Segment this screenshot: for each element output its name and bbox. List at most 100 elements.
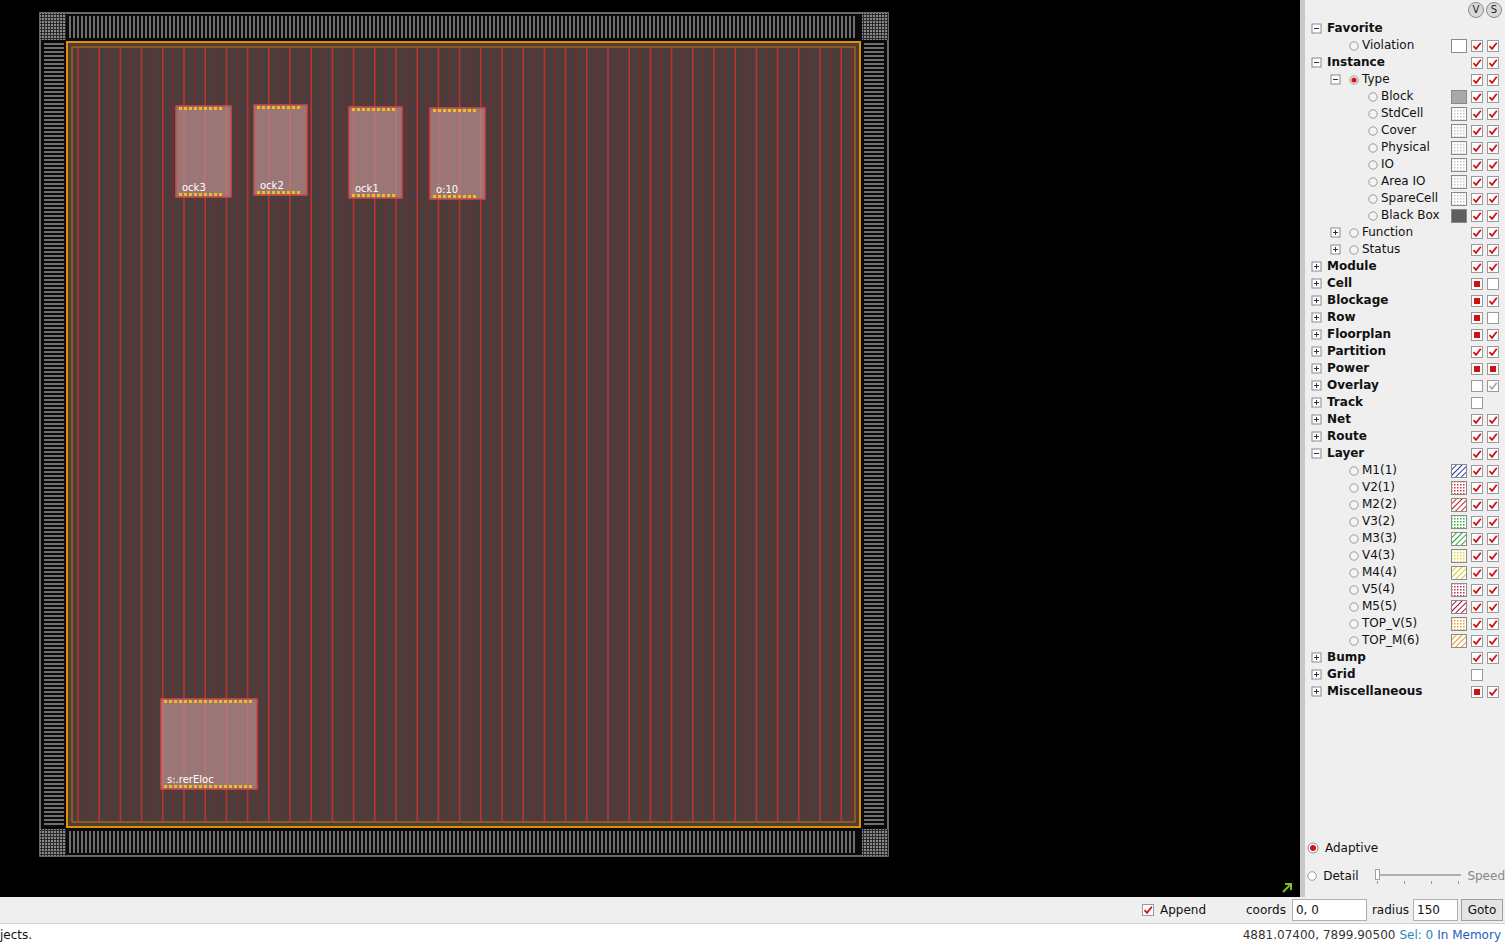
layer-tree-row[interactable]: Violation	[1305, 37, 1505, 54]
expander-icon[interactable]	[1330, 227, 1341, 238]
radio-icon[interactable]	[1368, 143, 1378, 153]
layer-tree-row[interactable]: M1(1)	[1305, 462, 1505, 479]
visibility-checkbox[interactable]	[1471, 261, 1483, 273]
macro-block[interactable]: ock3	[176, 106, 231, 197]
layer-tree-row[interactable]: Track	[1305, 394, 1505, 411]
color-swatch[interactable]	[1451, 600, 1467, 614]
header-button[interactable]: V	[1468, 2, 1484, 18]
visibility-checkbox[interactable]	[1487, 380, 1499, 392]
layer-tree-row[interactable]: Bump	[1305, 649, 1505, 666]
color-swatch[interactable]	[1451, 192, 1467, 206]
radio-icon[interactable]	[1349, 517, 1359, 527]
visibility-checkbox[interactable]	[1471, 295, 1483, 307]
resize-arrow-icon[interactable]	[1281, 882, 1293, 894]
visibility-checkbox[interactable]	[1471, 125, 1483, 137]
expander-icon[interactable]	[1311, 23, 1322, 34]
layer-tree-row[interactable]: Layer	[1305, 445, 1505, 462]
visibility-checkbox[interactable]	[1487, 295, 1499, 307]
expander-icon[interactable]	[1311, 261, 1322, 272]
radio-icon[interactable]	[1368, 92, 1378, 102]
visibility-checkbox[interactable]	[1487, 193, 1499, 205]
visibility-checkbox[interactable]	[1487, 567, 1499, 579]
visibility-checkbox[interactable]	[1487, 57, 1499, 69]
expander-icon[interactable]	[1311, 57, 1322, 68]
layer-tree-row[interactable]: Instance	[1305, 54, 1505, 71]
layer-tree-row[interactable]: Floorplan	[1305, 326, 1505, 343]
layer-tree-row[interactable]: Cover	[1305, 122, 1505, 139]
visibility-checkbox[interactable]	[1471, 482, 1483, 494]
visibility-checkbox[interactable]	[1487, 499, 1499, 511]
visibility-checkbox[interactable]	[1487, 652, 1499, 664]
visibility-checkbox[interactable]	[1471, 465, 1483, 477]
visibility-checkbox[interactable]	[1471, 176, 1483, 188]
visibility-checkbox[interactable]	[1487, 346, 1499, 358]
layer-tree-row[interactable]: Function	[1305, 224, 1505, 241]
visibility-checkbox[interactable]	[1487, 176, 1499, 188]
visibility-checkbox[interactable]	[1487, 227, 1499, 239]
layer-tree-row[interactable]: M3(3)	[1305, 530, 1505, 547]
color-swatch[interactable]	[1451, 175, 1467, 189]
macro-block[interactable]: o:10	[430, 108, 485, 199]
expander-icon[interactable]	[1311, 397, 1322, 408]
visibility-checkbox[interactable]	[1471, 108, 1483, 120]
layer-tree-row[interactable]: M2(2)	[1305, 496, 1505, 513]
color-swatch[interactable]	[1451, 141, 1467, 155]
color-swatch[interactable]	[1451, 209, 1467, 223]
color-swatch[interactable]	[1451, 566, 1467, 580]
visibility-checkbox[interactable]	[1471, 363, 1483, 375]
visibility-checkbox[interactable]	[1471, 278, 1483, 290]
visibility-checkbox[interactable]	[1471, 40, 1483, 52]
radio-icon[interactable]	[1307, 842, 1319, 854]
layer-tree-row[interactable]: Blockage	[1305, 292, 1505, 309]
expander-icon[interactable]	[1311, 669, 1322, 680]
layer-tree-row[interactable]: Partition	[1305, 343, 1505, 360]
color-swatch[interactable]	[1451, 515, 1467, 529]
expander-icon[interactable]	[1330, 244, 1341, 255]
radio-icon[interactable]	[1349, 483, 1359, 493]
visibility-checkbox[interactable]	[1487, 329, 1499, 341]
visibility-checkbox[interactable]	[1471, 210, 1483, 222]
append-checkbox[interactable]: Append	[1142, 901, 1206, 919]
visibility-checkbox[interactable]	[1487, 686, 1499, 698]
expander-icon[interactable]	[1311, 312, 1322, 323]
expander-icon[interactable]	[1311, 431, 1322, 442]
expander-icon[interactable]	[1311, 414, 1322, 425]
expander-icon[interactable]	[1311, 329, 1322, 340]
visibility-checkbox[interactable]	[1487, 210, 1499, 222]
layer-tree-row[interactable]: TOP_V(5)	[1305, 615, 1505, 632]
radio-icon[interactable]	[1368, 109, 1378, 119]
layout-canvas[interactable]: ock3ock2ock1o:10s:.rerEloc	[0, 0, 1300, 897]
radio-icon[interactable]	[1368, 160, 1378, 170]
radio-icon[interactable]	[1368, 211, 1378, 221]
visibility-checkbox[interactable]	[1487, 618, 1499, 630]
visibility-checkbox[interactable]	[1471, 244, 1483, 256]
visibility-checkbox[interactable]	[1487, 533, 1499, 545]
radio-icon[interactable]	[1349, 602, 1359, 612]
color-swatch[interactable]	[1451, 583, 1467, 597]
visibility-checkbox[interactable]	[1487, 108, 1499, 120]
visibility-checkbox[interactable]	[1487, 601, 1499, 613]
visibility-checkbox[interactable]	[1487, 91, 1499, 103]
layer-tree-row[interactable]: M5(5)	[1305, 598, 1505, 615]
layer-tree-row[interactable]: Block	[1305, 88, 1505, 105]
visibility-checkbox[interactable]	[1471, 346, 1483, 358]
radius-field[interactable]: 150	[1413, 899, 1458, 921]
layer-tree-row[interactable]: Overlay	[1305, 377, 1505, 394]
visibility-checkbox[interactable]	[1471, 652, 1483, 664]
visibility-checkbox[interactable]	[1487, 363, 1499, 375]
visibility-checkbox[interactable]	[1471, 397, 1483, 409]
color-swatch[interactable]	[1451, 634, 1467, 648]
macro-block[interactable]: s:.rerEloc	[161, 699, 257, 789]
visibility-checkbox[interactable]	[1471, 635, 1483, 647]
visibility-checkbox[interactable]	[1471, 686, 1483, 698]
radio-icon[interactable]	[1349, 500, 1359, 510]
macro-block[interactable]: ock2	[254, 105, 307, 195]
layer-tree-row[interactable]: Module	[1305, 258, 1505, 275]
expander-icon[interactable]	[1311, 652, 1322, 663]
visibility-checkbox[interactable]	[1471, 91, 1483, 103]
visibility-checkbox[interactable]	[1471, 567, 1483, 579]
visibility-checkbox[interactable]	[1471, 669, 1483, 681]
radio-icon[interactable]	[1368, 194, 1378, 204]
visibility-checkbox[interactable]	[1471, 584, 1483, 596]
visibility-checkbox[interactable]	[1471, 414, 1483, 426]
